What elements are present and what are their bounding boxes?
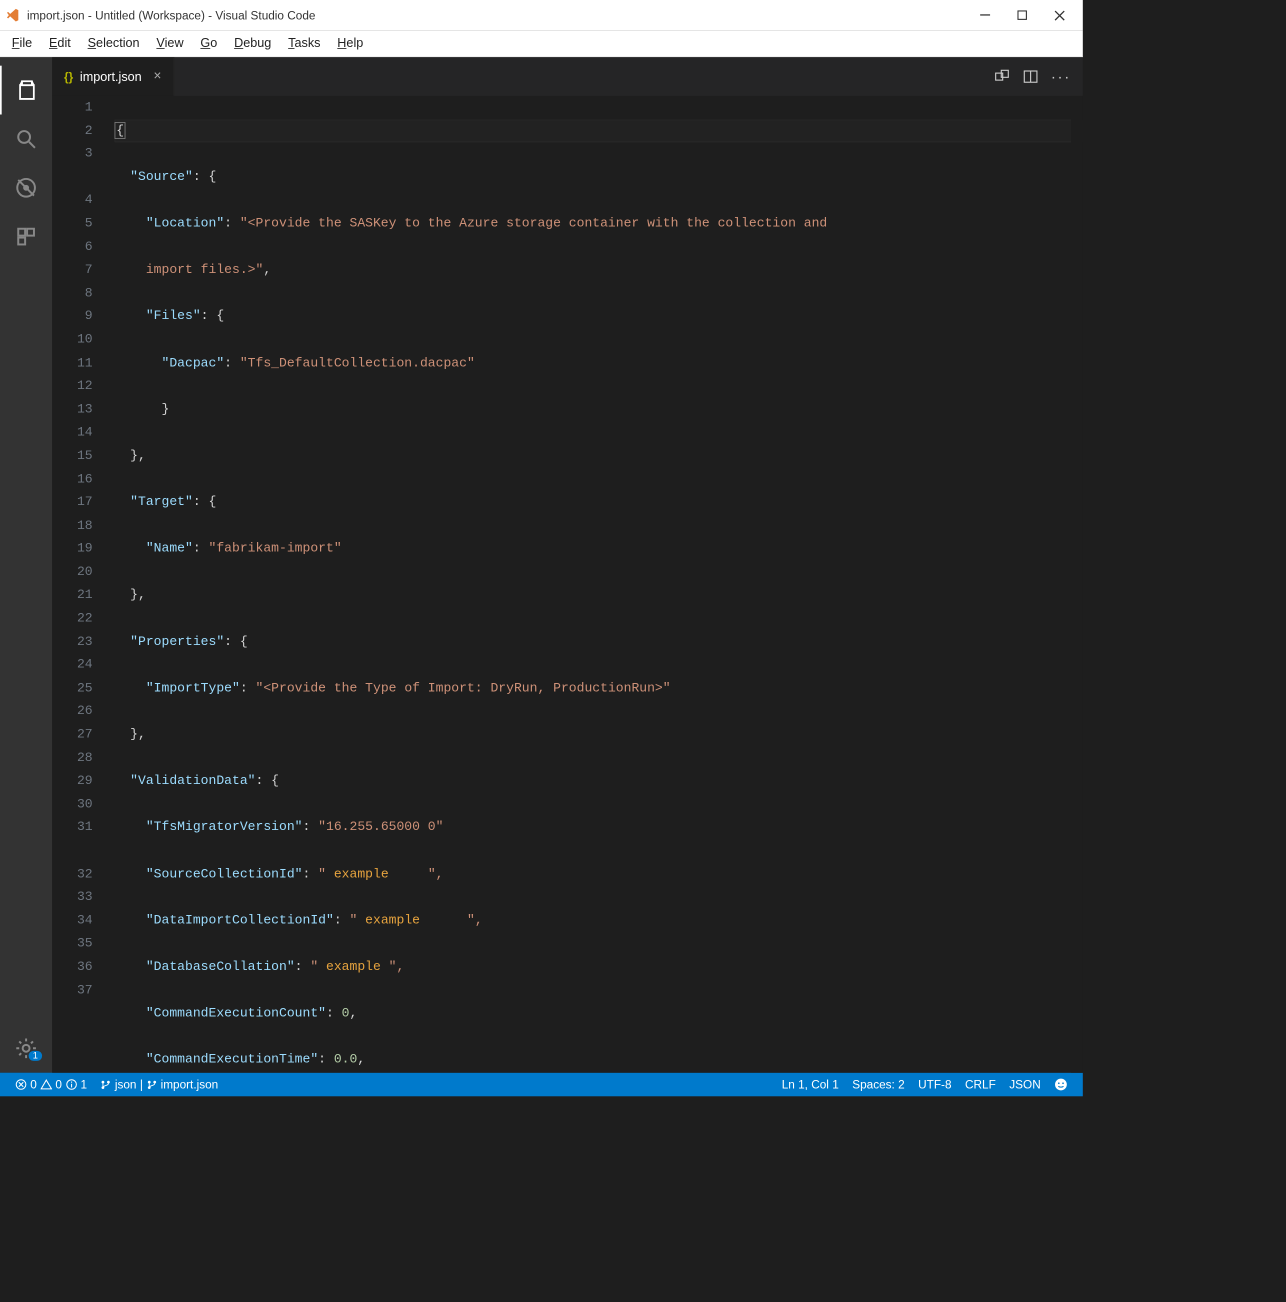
status-encoding[interactable]: UTF-8 [911,1078,958,1091]
close-icon[interactable]: × [153,69,161,84]
menu-debug[interactable]: Debug [226,36,280,50]
more-actions-icon[interactable]: ··· [1051,68,1071,86]
editor-tabs: {} import.json × ··· [52,57,1083,96]
editor-column: {} import.json × ··· 1234567891011121314… [52,57,1083,1072]
status-feedback-icon[interactable] [1047,1078,1074,1091]
status-git-branch[interactable]: json | import.json [94,1078,225,1091]
menu-file[interactable]: File [3,36,40,50]
status-cursor-position[interactable]: Ln 1, Col 1 [775,1078,845,1091]
window-close-button[interactable] [1041,2,1078,29]
activity-extensions[interactable] [0,212,52,261]
window-title: import.json - Untitled (Workspace) - Vis… [27,8,967,21]
status-indentation[interactable]: Spaces: 2 [845,1078,911,1091]
menu-go[interactable]: Go [192,36,226,50]
activity-explorer[interactable] [0,66,52,115]
menu-help[interactable]: Help [329,36,372,50]
menu-view[interactable]: View [148,36,192,50]
menubar: File Edit Selection View Go Debug Tasks … [0,30,1083,57]
vertical-scrollbar[interactable] [1071,96,1083,1073]
window-minimize-button[interactable] [967,2,1004,29]
activity-settings[interactable]: 1 [0,1024,52,1073]
line-number-gutter: 1234567891011121314151617181920212223242… [52,96,113,1073]
activity-search[interactable] [0,115,52,164]
window-controls [967,2,1078,29]
status-bar: 0 0 1 json | import.json Ln 1, Col 1 Spa… [0,1073,1083,1097]
menu-tasks[interactable]: Tasks [280,36,329,50]
tab-actions: ··· [994,57,1083,96]
activity-debug[interactable] [0,163,52,212]
vscode-logo-icon [5,7,22,24]
tab-import-json[interactable]: {} import.json × [52,57,174,96]
menu-selection[interactable]: Selection [79,36,148,50]
tab-label: import.json [80,69,142,83]
compare-changes-icon[interactable] [994,68,1011,85]
status-problems[interactable]: 0 0 1 [8,1078,93,1091]
status-language[interactable]: JSON [1003,1078,1048,1091]
code-content[interactable]: { "Source": { "Location": "<Provide the … [113,96,1083,1073]
status-eol[interactable]: CRLF [958,1078,1002,1091]
main-area: 1 {} import.json × ··· 123456 [0,57,1083,1072]
window-maximize-button[interactable] [1004,2,1041,29]
activity-bar: 1 [0,57,52,1072]
split-editor-icon[interactable] [1022,68,1039,85]
menu-edit[interactable]: Edit [41,36,80,50]
json-file-icon: {} [64,70,73,83]
code-editor[interactable]: 1234567891011121314151617181920212223242… [52,96,1083,1073]
window-titlebar: import.json - Untitled (Workspace) - Vis… [0,0,1083,30]
settings-badge: 1 [29,1051,43,1061]
